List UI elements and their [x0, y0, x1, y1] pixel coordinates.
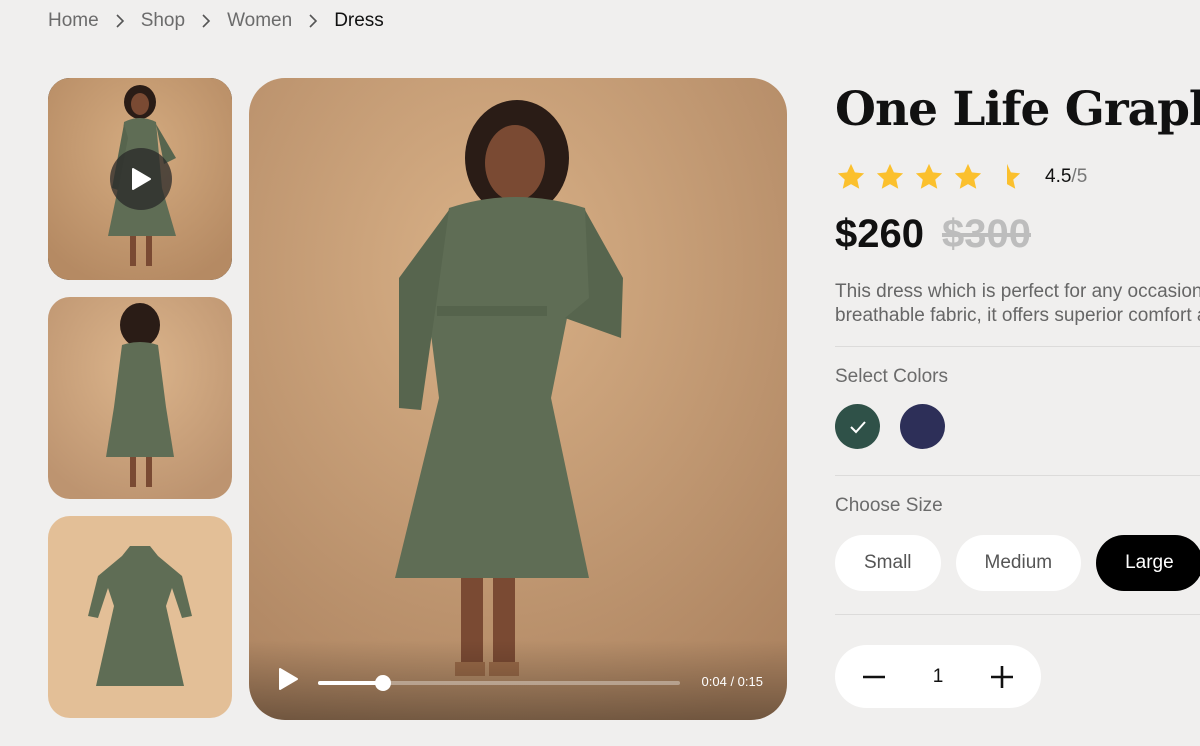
- size-medium-button[interactable]: Medium: [955, 535, 1082, 591]
- star-icon: [915, 163, 943, 189]
- dress-flat-image: [48, 516, 232, 718]
- chevron-right-icon: [306, 14, 320, 28]
- color-swatch-green[interactable]: [835, 404, 880, 449]
- main-product-video[interactable]: 0:04 / 0:15: [249, 78, 787, 720]
- video-scrubber-handle[interactable]: [375, 675, 392, 691]
- star-icon: [954, 163, 982, 189]
- thumbnail-gallery: [48, 78, 232, 735]
- breadcrumb-shop[interactable]: Shop: [141, 10, 185, 32]
- play-icon[interactable]: [110, 148, 172, 210]
- rating-stars: [835, 162, 1023, 192]
- color-options: [835, 404, 1200, 449]
- thumbnail-back[interactable]: [48, 297, 232, 499]
- breadcrumb-women[interactable]: Women: [227, 10, 292, 32]
- thumbnail-video-front[interactable]: [48, 78, 232, 280]
- choose-size-label: Choose Size: [835, 495, 943, 516]
- rating-score: 4.5: [1045, 166, 1072, 187]
- product-title: One Life Graphic T-shirt: [835, 82, 1200, 137]
- model-back-image: [48, 297, 232, 499]
- play-icon[interactable]: [275, 666, 301, 692]
- quantity-value: 1: [932, 665, 944, 687]
- model-main-image: [249, 78, 787, 720]
- star-icon: [837, 163, 865, 189]
- rating-value: 4.5/5: [1045, 166, 1087, 188]
- original-price: $300: [941, 212, 1031, 256]
- video-time: 0:04 / 0:15: [701, 674, 763, 689]
- check-icon: [849, 420, 866, 433]
- minus-icon[interactable]: [861, 664, 887, 690]
- divider: [835, 346, 1200, 347]
- select-colors-label: Select Colors: [835, 366, 948, 387]
- chevron-right-icon: [199, 14, 213, 28]
- product-info: One Life Graphic T-shirt 4.5/5 $260 $300…: [835, 78, 1200, 746]
- video-controls: 0:04 / 0:15: [249, 640, 787, 720]
- size-large-button[interactable]: Large: [1096, 535, 1200, 591]
- plus-icon[interactable]: [989, 664, 1015, 690]
- thumbnail-flat[interactable]: [48, 516, 232, 718]
- divider: [835, 614, 1200, 615]
- rating-max: /5: [1071, 166, 1088, 187]
- divider: [835, 475, 1200, 476]
- size-options: Small Medium Large: [835, 535, 1200, 591]
- video-progress-bar[interactable]: [318, 675, 680, 691]
- description-line: breathable fabric, it offers superior co…: [835, 305, 1200, 326]
- video-progress-fill: [318, 681, 384, 685]
- star-icon: [876, 163, 904, 189]
- size-small-button[interactable]: Small: [835, 535, 941, 591]
- breadcrumb-home[interactable]: Home: [48, 10, 99, 32]
- color-swatch-navy[interactable]: [900, 404, 945, 449]
- breadcrumb: Home Shop Women Dress: [48, 8, 384, 34]
- half-star-icon: [1007, 163, 1021, 189]
- product-description: This dress which is perfect for any occa…: [835, 280, 1200, 328]
- chevron-right-icon: [113, 14, 127, 28]
- description-line: This dress which is perfect for any occa…: [835, 281, 1200, 302]
- breadcrumb-dress: Dress: [334, 10, 384, 31]
- quantity-stepper: 1: [835, 645, 1041, 708]
- price-block: $260 $300: [835, 212, 1200, 266]
- current-price: $260: [835, 212, 924, 256]
- product-rating: 4.5/5: [835, 162, 1200, 192]
